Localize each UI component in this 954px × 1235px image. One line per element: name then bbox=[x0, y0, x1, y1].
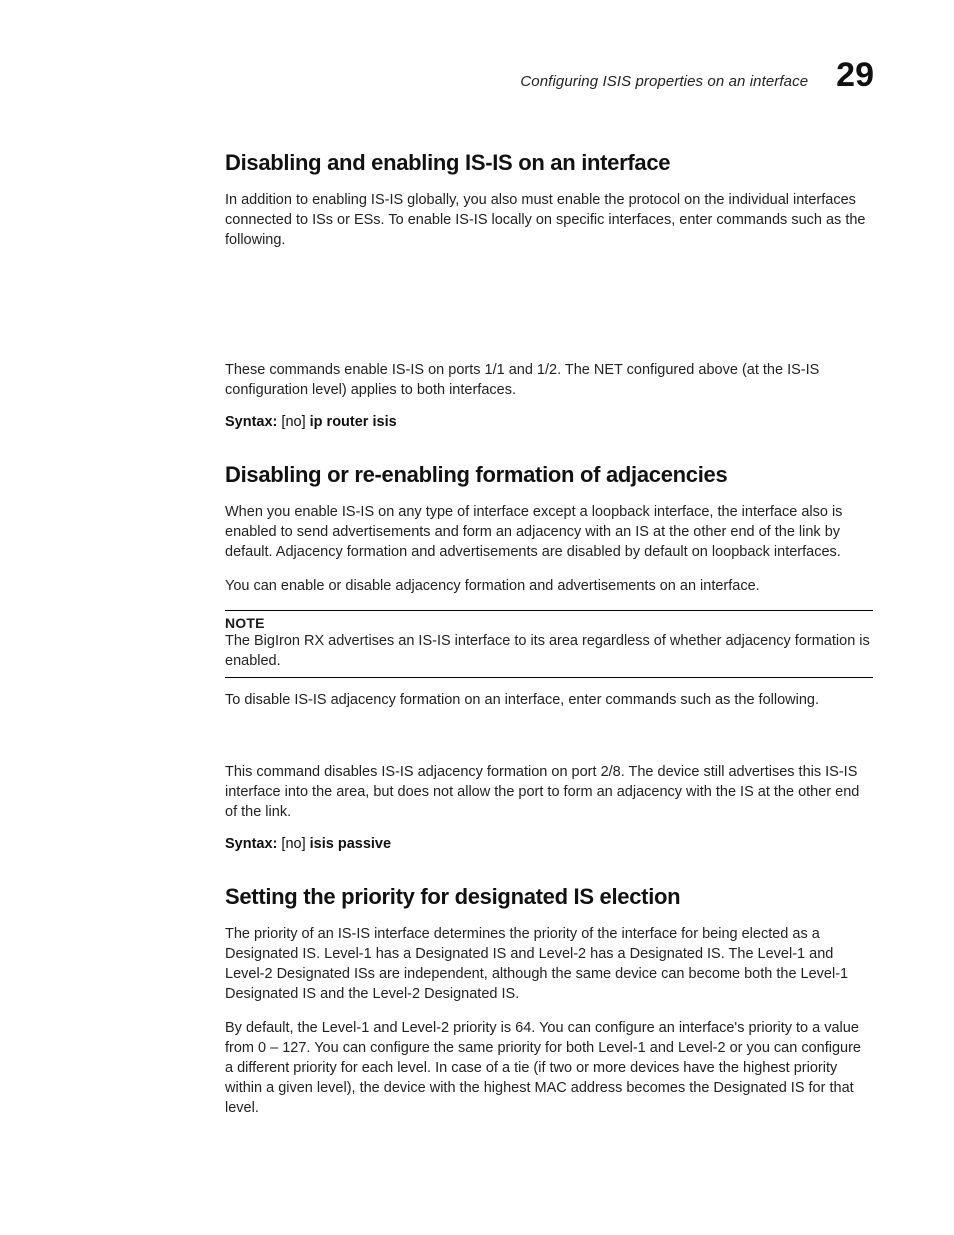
syntax-line: Syntax: [no] isis passive bbox=[225, 836, 874, 852]
running-title: Configuring ISIS properties on an interf… bbox=[520, 73, 808, 90]
syntax-line: Syntax: [no] ip router isis bbox=[225, 414, 874, 430]
syntax-command: ip router isis bbox=[310, 414, 397, 430]
body-text: These commands enable IS-IS on ports 1/1… bbox=[225, 360, 873, 400]
body-text: To disable IS-IS adjacency formation on … bbox=[225, 690, 873, 710]
chapter-number: 29 bbox=[836, 58, 874, 92]
body-text: The priority of an IS-IS interface deter… bbox=[225, 924, 873, 1004]
note-text: The BigIron RX advertises an IS-IS inter… bbox=[225, 632, 873, 671]
page: Configuring ISIS properties on an interf… bbox=[0, 0, 954, 1172]
running-header: Configuring ISIS properties on an interf… bbox=[225, 58, 874, 92]
section-heading-disabling: Disabling and enabling IS-IS on an inter… bbox=[225, 150, 874, 176]
command-placeholder bbox=[225, 724, 874, 762]
section-heading-priority: Setting the priority for designated IS e… bbox=[225, 884, 874, 910]
note-label: NOTE bbox=[225, 615, 873, 631]
syntax-label: Syntax: bbox=[225, 836, 277, 852]
syntax-label: Syntax: bbox=[225, 414, 277, 430]
body-text: By default, the Level-1 and Level-2 prio… bbox=[225, 1018, 873, 1118]
section-heading-adjacencies: Disabling or re-enabling formation of ad… bbox=[225, 462, 874, 488]
body-text: In addition to enabling IS-IS globally, … bbox=[225, 190, 873, 250]
syntax-optional: [no] bbox=[277, 836, 309, 852]
command-placeholder bbox=[225, 264, 874, 360]
body-text: You can enable or disable adjacency form… bbox=[225, 576, 873, 596]
syntax-optional: [no] bbox=[277, 414, 309, 430]
syntax-command: isis passive bbox=[310, 836, 391, 852]
note-block: NOTE The BigIron RX advertises an IS-IS … bbox=[225, 610, 873, 678]
body-text: When you enable IS-IS on any type of int… bbox=[225, 502, 873, 562]
body-text: This command disables IS-IS adjacency fo… bbox=[225, 762, 873, 822]
